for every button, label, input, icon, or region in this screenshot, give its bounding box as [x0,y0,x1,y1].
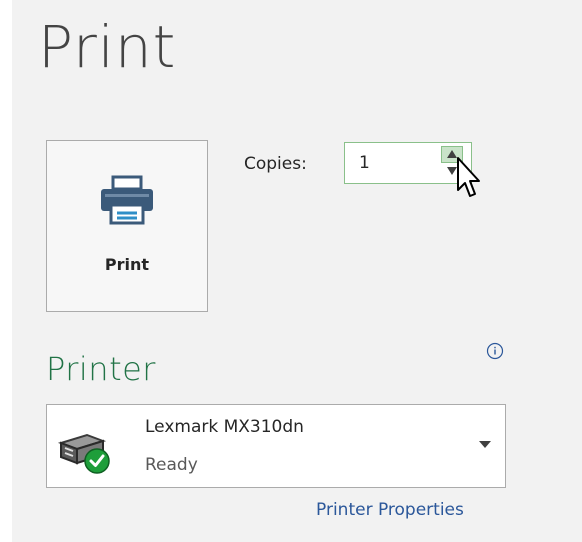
printer-ready-icon [57,433,110,474]
printer-select-dropdown[interactable]: Lexmark MX310dn Ready [46,404,506,488]
printer-icon [101,175,153,225]
printer-name: Lexmark MX310dn [145,417,304,437]
printer-properties-link[interactable]: Printer Properties [316,500,464,520]
copies-increment-button[interactable] [441,146,463,163]
print-button-label: Print [104,255,150,274]
chevron-down-icon[interactable] [479,441,491,449]
chevron-up-icon [447,150,457,158]
info-icon[interactable] [486,342,504,360]
chevron-down-icon [447,167,457,175]
print-button[interactable]: Print [46,140,208,312]
page-title: Print [38,13,177,81]
copies-value[interactable]: 1 [359,153,370,173]
copies-decrement-button[interactable] [441,163,463,180]
printer-status: Ready [145,455,198,475]
printer-section-heading: Printer [46,350,156,388]
copies-label: Copies: [244,154,307,174]
copies-spin-buttons [441,146,463,180]
copies-stepper[interactable]: 1 [344,142,472,184]
